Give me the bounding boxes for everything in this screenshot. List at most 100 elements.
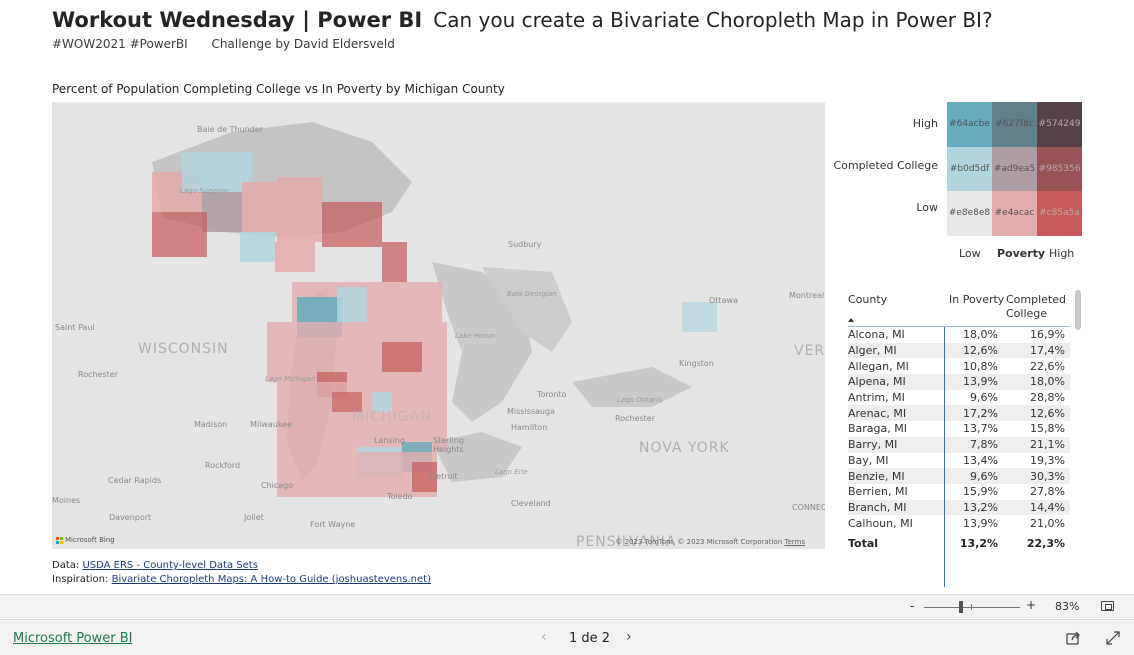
water-label: Lago Superior xyxy=(180,187,229,195)
data-source-link[interactable]: USDA ERS - County-level Data Sets xyxy=(82,560,257,571)
legend-x-high: High xyxy=(1049,247,1075,260)
place-label: Mississauga xyxy=(507,407,555,416)
terms-link[interactable]: Terms xyxy=(784,538,805,546)
col-header-county[interactable]: County xyxy=(848,293,887,306)
bing-logo: Microsoft Bing xyxy=(56,536,115,544)
sort-ascending-icon[interactable] xyxy=(848,318,854,322)
college-cell: 16,9% xyxy=(1030,328,1065,342)
legend-cell: #e8e8e8 xyxy=(947,191,992,236)
place-label: Rochester xyxy=(615,414,655,423)
table-row[interactable]: Barry, MI 7,8% 21,1% xyxy=(848,436,1070,453)
county-cell: Calhoun, MI xyxy=(848,516,913,530)
place-label: Montreal xyxy=(789,291,825,300)
col-header-college-label: Completed College xyxy=(1006,293,1066,320)
table-row[interactable]: Alger, MI 12,6% 17,4% xyxy=(848,342,1070,359)
water-label: Lago Erie xyxy=(495,468,528,476)
place-label: Cleveland xyxy=(511,499,551,508)
col-header-college[interactable]: Completed College xyxy=(1006,293,1066,321)
total-poverty: 13,2% xyxy=(959,537,998,551)
table-row[interactable]: Benzie, MI 9,6% 30,3% xyxy=(848,468,1070,484)
legend-cell: #ad9ea5 xyxy=(992,146,1037,192)
place-label: Rockford xyxy=(205,461,241,470)
region-label: NOVA YORK xyxy=(639,440,730,456)
map-title: Percent of Population Completing College… xyxy=(52,82,505,96)
title-main: Workout Wednesday | Power BI xyxy=(52,8,423,32)
region-label: MICHIGAN xyxy=(352,409,432,425)
table-row[interactable]: Alcona, MI 18,0% 16,9% xyxy=(848,327,1070,343)
place-label: Sterling Heights xyxy=(433,436,465,454)
table-header: County In Poverty Completed College xyxy=(848,290,1070,326)
college-cell: 27,8% xyxy=(1030,485,1065,499)
legend-cell: #c85a5a xyxy=(1037,191,1082,236)
poverty-cell: 7,8% xyxy=(970,438,998,452)
legend-cell: #64acbe xyxy=(947,102,992,147)
choropleth-map[interactable]: Baie de Thunder Lago Superior Sudbury Ba… xyxy=(52,102,825,549)
title-sub: Can you create a Bivariate Choropleth Ma… xyxy=(433,8,993,32)
legend-cell: #574249 xyxy=(1037,102,1082,147)
water-label: Lake Huron xyxy=(455,332,496,340)
county-cell: Arenac, MI xyxy=(848,406,907,420)
table-row[interactable]: Antrim, MI 9,6% 28,8% xyxy=(848,390,1070,406)
zoom-out-button[interactable]: - xyxy=(910,599,914,613)
credit-text: Challenge by David Eldersveld xyxy=(211,37,395,51)
table-row[interactable]: Baraga, MI 13,7% 15,8% xyxy=(848,421,1070,437)
inspiration-prefix: Inspiration: xyxy=(52,574,109,585)
legend-cell: #985356 xyxy=(1037,146,1082,192)
legend-y-high: High xyxy=(912,117,938,130)
table-row[interactable]: Bay, MI 13,4% 19,3% xyxy=(848,453,1070,469)
county-cell: Benzie, MI xyxy=(848,469,905,483)
data-prefix: Data: xyxy=(52,560,80,571)
college-cell: 21,0% xyxy=(1030,516,1065,530)
poverty-cell: 18,0% xyxy=(963,328,998,342)
region-label: CONNEC xyxy=(792,503,825,512)
county-cell: Alger, MI xyxy=(848,344,897,358)
zoom-slider-thumb[interactable] xyxy=(959,601,963,613)
legend-cell: #e4acac xyxy=(992,191,1037,236)
place-label: Cedar Rapids xyxy=(108,476,162,485)
previous-page-button[interactable]: ‹ xyxy=(541,629,547,645)
table-row[interactable]: Branch, MI 13,2% 14,4% xyxy=(848,499,1070,516)
total-label: Total xyxy=(848,537,879,551)
college-cell: 15,8% xyxy=(1030,422,1065,436)
poverty-cell: 13,7% xyxy=(963,422,998,436)
table-row[interactable]: Arenac, MI 17,2% 12,6% xyxy=(848,405,1070,422)
legend-x-low: Low xyxy=(959,247,981,260)
zoom-bar: - + 83% xyxy=(0,594,1134,618)
table-row[interactable]: Alpena, MI 13,9% 18,0% xyxy=(848,374,1070,390)
college-cell: 19,3% xyxy=(1030,453,1065,467)
zoom-slider[interactable] xyxy=(924,607,1020,608)
table-row[interactable]: Berrien, MI 15,9% 27,8% xyxy=(848,484,1070,500)
page-indicator: 1 de 2 xyxy=(569,631,611,646)
place-label: Davenport xyxy=(109,513,152,522)
poverty-cell: 15,9% xyxy=(963,485,998,499)
county-cell: Berrien, MI xyxy=(848,485,908,499)
place-label: Moines xyxy=(52,496,81,505)
poverty-cell: 13,2% xyxy=(963,500,998,514)
legend-y-low: Low xyxy=(916,201,938,214)
county-cell: Branch, MI xyxy=(848,500,907,514)
table-row[interactable]: Allegan, MI 10,8% 22,6% xyxy=(848,358,1070,374)
next-page-button[interactable]: › xyxy=(626,629,632,645)
water-label: Baía Georgian xyxy=(507,290,557,298)
fullscreen-icon[interactable] xyxy=(1106,631,1120,645)
poverty-cell: 10,8% xyxy=(963,359,998,373)
table-row[interactable]: Calhoun, MI 13,9% 21,0% xyxy=(848,515,1070,531)
microsoft-logo-icon xyxy=(56,536,63,544)
inspiration-link[interactable]: Bivariate Choropleth Maps: A How-to Guid… xyxy=(112,574,431,585)
bottom-bar: Microsoft Power BI ‹ 1 de 2 › xyxy=(0,619,1134,655)
col-header-poverty[interactable]: In Poverty xyxy=(949,293,1004,306)
report-title: Workout Wednesday | Power BI Can you cre… xyxy=(52,8,993,32)
county-cell: Bay, MI xyxy=(848,453,889,467)
college-cell: 17,4% xyxy=(1030,344,1065,358)
county-cell: Baraga, MI xyxy=(848,422,908,436)
zoom-in-button[interactable]: + xyxy=(1026,598,1036,612)
column-divider xyxy=(944,327,945,587)
power-bi-link[interactable]: Microsoft Power BI xyxy=(13,631,132,646)
share-icon[interactable] xyxy=(1066,631,1082,645)
place-label: Madison xyxy=(194,420,228,429)
table-scrollbar[interactable] xyxy=(1075,290,1081,330)
place-label: Joliet xyxy=(244,513,264,522)
fit-to-page-icon[interactable] xyxy=(1101,601,1114,611)
legend-cell: #627f8c xyxy=(992,102,1037,147)
map-basemap xyxy=(152,122,717,497)
